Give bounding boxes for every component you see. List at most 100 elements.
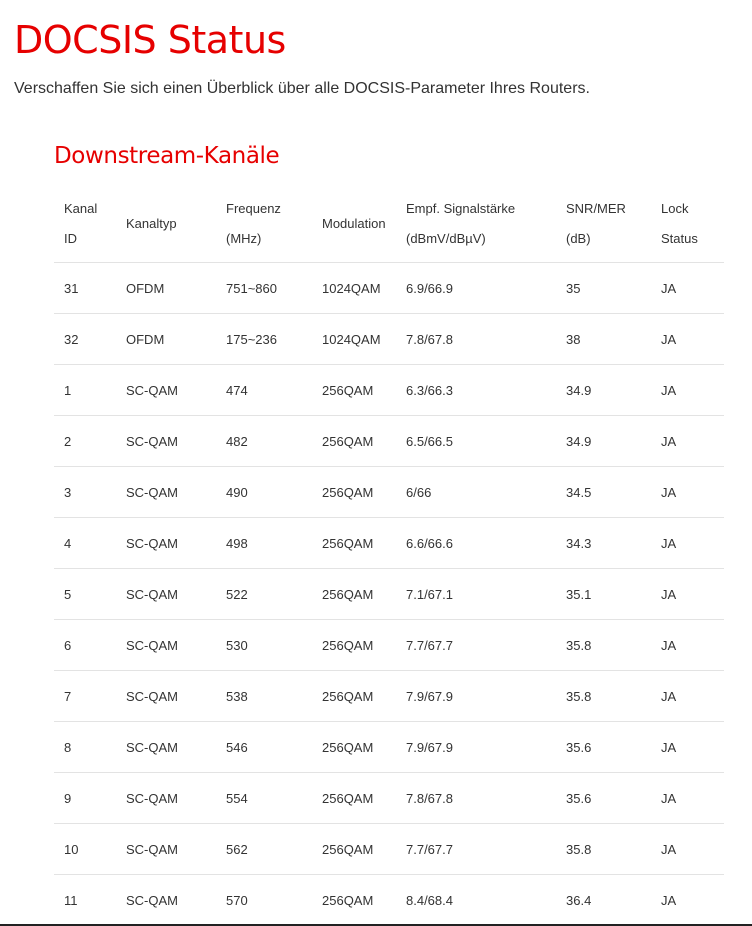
- table-row: 3 SC-QAM 490 256QAM 6/66 34.5 JA: [54, 466, 724, 518]
- cell-modulation: 256QAM: [312, 772, 396, 824]
- downstream-channels-table: Kanal ID Kanaltyp Frequenz (MHz) Modulation Em…: [54, 186, 724, 926]
- cell-frequency: 474: [216, 364, 312, 416]
- page-subtitle: Verschaffen Sie sich einen Überblick übe…: [14, 80, 590, 97]
- table-row: 10 SC-QAM 562 256QAM 7.7/67.7 35.8 JA: [54, 823, 724, 875]
- header-modulation-line: Modulation: [322, 216, 386, 231]
- cell-channel-type: SC-QAM: [116, 772, 216, 824]
- cell-modulation: 256QAM: [312, 466, 396, 518]
- header-lock-status: Lock Status: [651, 186, 724, 263]
- header-frequency-line: (MHz): [226, 231, 262, 246]
- cell-snr-mer: 36.4: [556, 874, 651, 926]
- cell-signal-strength: 7.7/67.7: [396, 619, 556, 671]
- cell-lock-status: JA: [651, 823, 724, 875]
- cell-signal-strength: 7.1/67.1: [396, 568, 556, 620]
- cell-frequency: 554: [216, 772, 312, 824]
- table-row: 5 SC-QAM 522 256QAM 7.1/67.1 35.1 JA: [54, 568, 724, 620]
- header-snr-mer-line: (dB): [566, 231, 591, 246]
- cell-channel-id: 6: [54, 619, 116, 671]
- cell-lock-status: JA: [651, 721, 724, 773]
- header-modulation: Modulation: [312, 186, 396, 263]
- header-signal-strength-line: (dBmV/dBµV): [406, 231, 486, 246]
- table-row: 8 SC-QAM 546 256QAM 7.9/67.9 35.6 JA: [54, 721, 724, 773]
- table-row: 4 SC-QAM 498 256QAM 6.6/66.6 34.3 JA: [54, 517, 724, 569]
- cell-lock-status: JA: [651, 772, 724, 824]
- cell-channel-id: 2: [54, 415, 116, 467]
- header-snr-mer-line: SNR/MER: [566, 201, 626, 216]
- cell-lock-status: JA: [651, 313, 724, 365]
- cell-frequency: 175~236: [216, 313, 312, 365]
- cell-snr-mer: 34.5: [556, 466, 651, 518]
- cell-frequency: 562: [216, 823, 312, 875]
- table-row: 7 SC-QAM 538 256QAM 7.9/67.9 35.8 JA: [54, 670, 724, 722]
- cell-signal-strength: 7.7/67.7: [396, 823, 556, 875]
- cell-signal-strength: 7.9/67.9: [396, 721, 556, 773]
- cell-signal-strength: 6.9/66.9: [396, 262, 556, 314]
- table-row: 31 OFDM 751~860 1024QAM 6.9/66.9 35 JA: [54, 262, 724, 314]
- cell-signal-strength: 6/66: [396, 466, 556, 518]
- cell-snr-mer: 35.6: [556, 772, 651, 824]
- docsis-status-page: DOCSIS Status Verschaffen Sie sich einen…: [0, 0, 752, 926]
- cell-frequency: 530: [216, 619, 312, 671]
- header-channel-type-line: Kanaltyp: [126, 216, 177, 231]
- cell-modulation: 256QAM: [312, 568, 396, 620]
- cell-lock-status: JA: [651, 670, 724, 722]
- cell-channel-type: SC-QAM: [116, 874, 216, 926]
- cell-channel-id: 4: [54, 517, 116, 569]
- table-row: 9 SC-QAM 554 256QAM 7.8/67.8 35.6 JA: [54, 772, 724, 824]
- header-channel-id: Kanal ID: [54, 186, 116, 263]
- cell-lock-status: JA: [651, 568, 724, 620]
- cell-snr-mer: 35.8: [556, 619, 651, 671]
- cell-channel-id: 8: [54, 721, 116, 773]
- cell-signal-strength: 7.8/67.8: [396, 772, 556, 824]
- cell-frequency: 498: [216, 517, 312, 569]
- cell-modulation: 256QAM: [312, 415, 396, 467]
- table-body: 31 OFDM 751~860 1024QAM 6.9/66.9 35 JA 32 OFDM 17…: [54, 262, 724, 926]
- cell-signal-strength: 6.6/66.6: [396, 517, 556, 569]
- table-row: 1 SC-QAM 474 256QAM 6.3/66.3 34.9 JA: [54, 364, 724, 416]
- cell-channel-type: SC-QAM: [116, 823, 216, 875]
- cell-modulation: 256QAM: [312, 721, 396, 773]
- cell-channel-id: 31: [54, 262, 116, 314]
- header-frequency: Frequenz (MHz): [216, 186, 312, 263]
- cell-channel-id: 9: [54, 772, 116, 824]
- cell-channel-id: 11: [54, 874, 116, 926]
- cell-lock-status: JA: [651, 466, 724, 518]
- cell-channel-type: SC-QAM: [116, 415, 216, 467]
- downstream-section-title: Downstream-Kanäle: [54, 143, 280, 169]
- table-row: 11 SC-QAM 570 256QAM 8.4/68.4 36.4 JA: [54, 874, 724, 926]
- cell-channel-id: 3: [54, 466, 116, 518]
- cell-frequency: 490: [216, 466, 312, 518]
- cell-signal-strength: 6.3/66.3: [396, 364, 556, 416]
- cell-channel-type: SC-QAM: [116, 364, 216, 416]
- header-signal-strength-line: Empf. Signalstärke: [406, 201, 516, 216]
- cell-lock-status: JA: [651, 517, 724, 569]
- cell-snr-mer: 38: [556, 313, 651, 365]
- cell-channel-id: 10: [54, 823, 116, 875]
- cell-frequency: 751~860: [216, 262, 312, 314]
- cell-signal-strength: 7.9/67.9: [396, 670, 556, 722]
- cell-channel-type: SC-QAM: [116, 619, 216, 671]
- cell-snr-mer: 35.8: [556, 823, 651, 875]
- table-row: 32 OFDM 175~236 1024QAM 7.8/67.8 38 JA: [54, 313, 724, 365]
- cell-snr-mer: 34.9: [556, 364, 651, 416]
- cell-modulation: 1024QAM: [312, 262, 396, 314]
- table-header: Kanal ID Kanaltyp Frequenz (MHz) Modulation Em…: [54, 186, 724, 263]
- page-title: DOCSIS Status: [14, 18, 286, 62]
- header-lock-status-line: Lock: [661, 201, 689, 216]
- cell-channel-type: SC-QAM: [116, 466, 216, 518]
- cell-snr-mer: 35.1: [556, 568, 651, 620]
- header-lock-status-line: Status: [661, 231, 698, 246]
- cell-channel-id: 1: [54, 364, 116, 416]
- cell-modulation: 256QAM: [312, 670, 396, 722]
- cell-lock-status: JA: [651, 364, 724, 416]
- cell-frequency: 522: [216, 568, 312, 620]
- cell-modulation: 256QAM: [312, 823, 396, 875]
- cell-lock-status: JA: [651, 619, 724, 671]
- table-row: 6 SC-QAM 530 256QAM 7.7/67.7 35.8 JA: [54, 619, 724, 671]
- cell-channel-type: SC-QAM: [116, 517, 216, 569]
- cell-signal-strength: 7.8/67.8: [396, 313, 556, 365]
- cell-channel-type: SC-QAM: [116, 721, 216, 773]
- header-channel-id-line: Kanal: [64, 201, 98, 216]
- header-snr-mer: SNR/MER (dB): [556, 186, 651, 263]
- header-signal-strength: Empf. Signalstärke (dBmV/dBµV): [396, 186, 556, 263]
